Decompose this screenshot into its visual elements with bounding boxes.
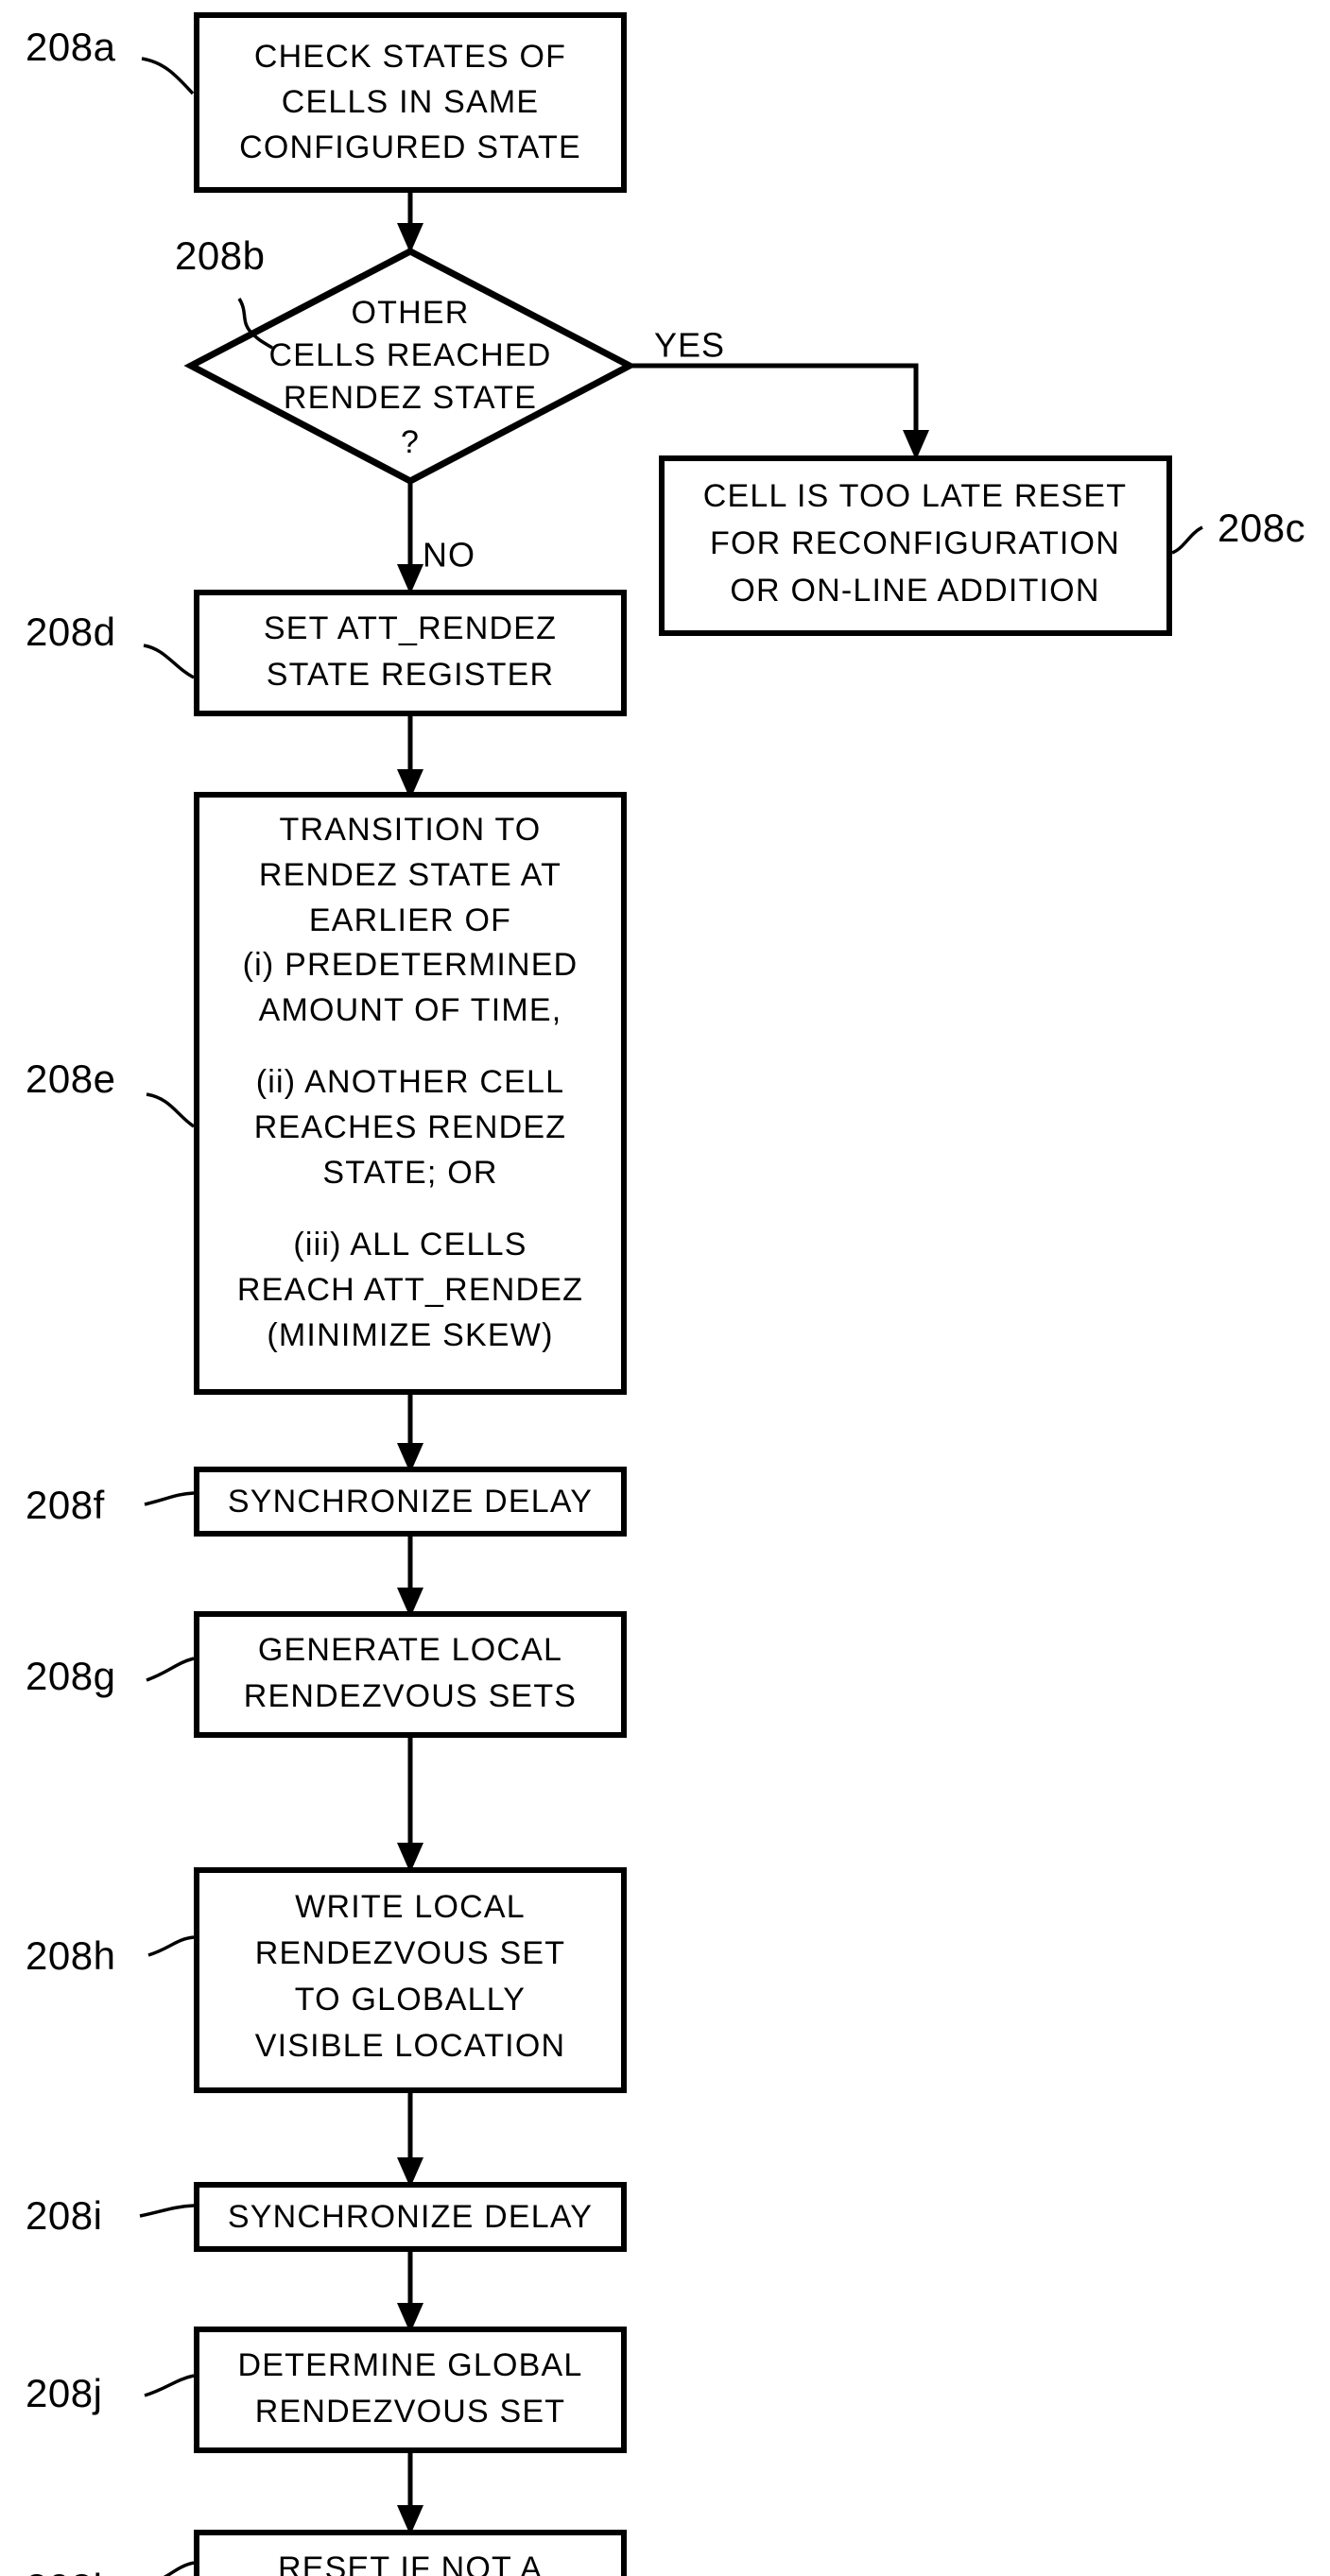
connector-208a-208b: [397, 190, 423, 253]
ref-label-208j: 208j: [26, 2371, 102, 2415]
leader-line-208j: [144, 2374, 195, 2397]
node-208h-line-3: VISIBLE LOCATION: [255, 2028, 565, 2064]
node-208c-line-2: OR ON-LINE ADDITION: [730, 573, 1099, 609]
node-208k-line-0: RESET IF NOT A: [278, 2550, 543, 2576]
node-208b[interactable]: OTHER CELLS REACHED RENDEZ STATE ?: [183, 248, 637, 485]
connector-no-208d: NO: [397, 481, 475, 594]
flowchart-canvas: CHECK STATES OF CELLS IN SAME CONFIGURED…: [26, 12, 1305, 2576]
connector-208j-208k: [397, 2450, 423, 2535]
node-208e-line-11: REACH ATT_RENDEZ: [237, 1272, 583, 1308]
ref-label-208e-group: 208e: [26, 1056, 195, 1128]
node-208f-line-0: SYNCHRONIZE DELAY: [228, 1484, 593, 1520]
connector-208e-208f: [397, 1392, 423, 1473]
yes-path: [630, 363, 919, 430]
node-208d-line-1: STATE REGISTER: [267, 657, 555, 693]
node-208e-line-4: AMOUNT OF TIME,: [259, 992, 562, 1028]
node-208j-line-1: RENDEZVOUS SET: [255, 2394, 566, 2430]
leader-line-208d: [143, 644, 195, 679]
node-208h-line-0: WRITE LOCAL: [295, 1889, 526, 1925]
node-208e-line-3: (i) PREDETERMINED: [243, 947, 579, 983]
ref-label-208f: 208f: [26, 1483, 105, 1527]
node-208h-line-1: RENDEZVOUS SET: [255, 1935, 566, 1971]
node-208e-line-6: (ii) ANOTHER CELL: [256, 1064, 564, 1100]
node-208e-line-10: (iii) ALL CELLS: [293, 1227, 527, 1262]
ref-label-208a-group: 208a: [26, 25, 195, 95]
ref-label-208h: 208h: [26, 1933, 115, 1978]
ref-label-208a: 208a: [26, 25, 116, 69]
ref-label-208b: 208b: [175, 233, 265, 278]
node-208j-line-0: DETERMINE GLOBAL: [238, 2347, 583, 2383]
node-208i[interactable]: SYNCHRONIZE DELAY: [194, 2182, 627, 2252]
ref-label-208g: 208g: [26, 1654, 115, 1698]
node-208e[interactable]: TRANSITION TO RENDEZ STATE AT EARLIER OF…: [194, 792, 627, 1395]
leader-line-208k: [163, 2561, 195, 2576]
node-208g-line-1: RENDEZVOUS SETS: [244, 1678, 577, 1714]
node-208j[interactable]: DETERMINE GLOBAL RENDEZVOUS SET: [194, 2327, 627, 2453]
node-208b-line-0: OTHER: [352, 295, 470, 331]
leader-line-208a: [141, 57, 195, 95]
ref-label-208f-group: 208f: [26, 1483, 195, 1527]
node-208b-line-3: ?: [401, 424, 420, 460]
node-208c[interactable]: CELL IS TOO LATE RESET FOR RECONFIGURATI…: [659, 455, 1172, 636]
leader-line-208h: [147, 1935, 195, 1957]
connector-208h-208i: [397, 2090, 423, 2188]
flowchart-figure: CHECK STATES OF CELLS IN SAME CONFIGURED…: [0, 0, 1330, 2576]
ref-label-208d: 208d: [26, 610, 115, 654]
leader-line-208i: [139, 2204, 195, 2218]
node-208e-line-12: (MINIMIZE SKEW): [267, 1317, 553, 1353]
connector-208f-208g: [397, 1534, 423, 1618]
node-208e-line-1: RENDEZ STATE AT: [259, 857, 561, 893]
node-208d[interactable]: SET ATT_RENDEZ STATE REGISTER: [194, 590, 627, 716]
branch-label-no: NO: [423, 536, 475, 575]
node-208b-line-1: CELLS REACHED: [268, 337, 551, 373]
node-208f[interactable]: SYNCHRONIZE DELAY: [194, 1467, 627, 1537]
branch-label-yes: YES: [654, 326, 725, 365]
ref-label-208g-group: 208g: [26, 1654, 195, 1698]
node-208i-line-0: SYNCHRONIZE DELAY: [228, 2199, 593, 2235]
node-208h[interactable]: WRITE LOCAL RENDEZVOUS SET TO GLOBALLY V…: [194, 1867, 627, 2093]
connector-yes-208c: YES: [630, 326, 929, 460]
leader-line-208g: [146, 1657, 195, 1682]
node-208a-line-1: CELLS IN SAME: [282, 84, 540, 120]
node-208e-line-7: REACHES RENDEZ: [254, 1109, 566, 1145]
ref-label-208i-group: 208i: [26, 2193, 195, 2238]
node-208a[interactable]: CHECK STATES OF CELLS IN SAME CONFIGURED…: [194, 12, 627, 193]
connector-208d-208e: [397, 713, 423, 799]
node-208c-line-0: CELL IS TOO LATE RESET: [703, 478, 1127, 514]
node-208d-line-0: SET ATT_RENDEZ: [264, 610, 557, 646]
node-208e-line-8: STATE; OR: [322, 1155, 497, 1191]
node-208a-line-0: CHECK STATES OF: [254, 39, 566, 75]
node-208g-line-0: GENERATE LOCAL: [258, 1632, 562, 1668]
ref-label-208j-group: 208j: [26, 2371, 195, 2415]
ref-label-208i: 208i: [26, 2193, 102, 2238]
connector-208g-208h: [397, 1735, 423, 1873]
node-208g[interactable]: GENERATE LOCAL RENDEZVOUS SETS: [194, 1611, 627, 1738]
ref-label-208c: 208c: [1218, 506, 1305, 550]
connector-208i-208j: [397, 2249, 423, 2333]
ref-label-208k-group: 208k: [26, 2561, 195, 2576]
leader-line-208f: [144, 1491, 195, 1506]
node-208k[interactable]: RESET IF NOT A MEMBER OF GLOBAL RENDEZVO…: [194, 2530, 627, 2576]
ref-label-208e: 208e: [26, 1056, 115, 1101]
node-208a-line-2: CONFIGURED STATE: [239, 129, 581, 165]
node-208e-line-0: TRANSITION TO: [280, 812, 542, 848]
ref-label-208h-group: 208h: [26, 1933, 195, 1978]
leader-line-208e: [146, 1092, 195, 1128]
leader-line-208c: [1171, 525, 1203, 555]
node-208c-line-1: FOR RECONFIGURATION: [710, 525, 1120, 561]
node-208e-line-2: EARLIER OF: [309, 902, 511, 938]
node-208h-line-2: TO GLOBALLY: [295, 1982, 526, 2018]
ref-label-208d-group: 208d: [26, 610, 195, 679]
ref-label-208k: 208k: [26, 2566, 114, 2576]
node-208b-line-2: RENDEZ STATE: [284, 380, 537, 416]
ref-label-208c-group: 208c: [1171, 506, 1305, 555]
